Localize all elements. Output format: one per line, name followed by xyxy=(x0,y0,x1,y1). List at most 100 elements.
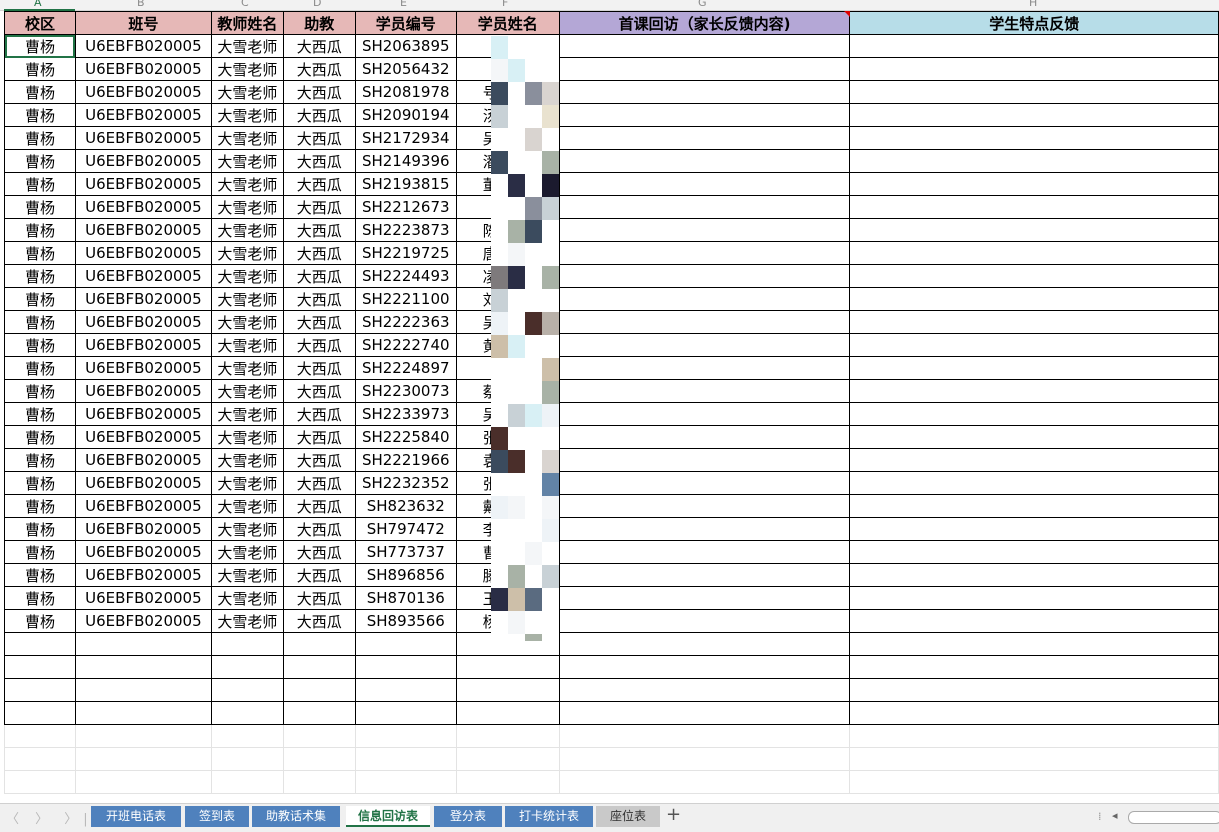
empty-cell[interactable] xyxy=(354,701,457,725)
cell-traits[interactable] xyxy=(849,80,1219,104)
empty-cell[interactable] xyxy=(282,701,356,725)
cell-teacher[interactable]: 大雪老师 xyxy=(210,103,284,127)
cell-followup[interactable] xyxy=(558,149,851,173)
scroll-left-icon[interactable]: ◂ xyxy=(1112,809,1118,822)
cell-campus[interactable]: 曹杨 xyxy=(4,264,76,288)
cell-assistant[interactable]: 大西瓜 xyxy=(282,379,356,403)
empty-cell[interactable] xyxy=(455,655,560,679)
header-teacher[interactable]: 教师姓名 xyxy=(210,11,284,35)
header-campus[interactable]: 校区 xyxy=(4,11,76,35)
cell-class-id[interactable]: U6EBFB020005 xyxy=(74,448,212,472)
cell-followup[interactable] xyxy=(558,471,851,495)
cell-teacher[interactable]: 大雪老师 xyxy=(210,425,284,449)
cell-student-id[interactable]: SH2232352 xyxy=(354,471,457,495)
header-class-id[interactable]: 班号 xyxy=(74,11,212,35)
sheet-tab[interactable]: 开班电话表 xyxy=(91,806,181,827)
cell-followup[interactable] xyxy=(558,310,851,334)
header-first-class-followup[interactable]: 首课回访（家长反馈内容) xyxy=(558,11,851,35)
cell-teacher[interactable]: 大雪老师 xyxy=(210,126,284,150)
blank-cell[interactable] xyxy=(558,770,851,794)
cell-class-id[interactable]: U6EBFB020005 xyxy=(74,149,212,173)
cell-campus[interactable]: 曹杨 xyxy=(4,34,76,58)
cell-traits[interactable] xyxy=(849,425,1219,449)
cell-student-id[interactable]: SH2193815 xyxy=(354,172,457,196)
blank-cell[interactable] xyxy=(210,770,284,794)
cell-campus[interactable]: 曹杨 xyxy=(4,310,76,334)
cell-class-id[interactable]: U6EBFB020005 xyxy=(74,195,212,219)
cell-assistant[interactable]: 大西瓜 xyxy=(282,34,356,58)
cell-teacher[interactable]: 大雪老师 xyxy=(210,379,284,403)
cell-student-id[interactable]: SH2224493 xyxy=(354,264,457,288)
cell-campus[interactable]: 曹杨 xyxy=(4,218,76,242)
cell-teacher[interactable]: 大雪老师 xyxy=(210,609,284,633)
cell-traits[interactable] xyxy=(849,172,1219,196)
cell-followup[interactable] xyxy=(558,57,851,81)
empty-cell[interactable] xyxy=(4,632,76,656)
cell-campus[interactable]: 曹杨 xyxy=(4,149,76,173)
scroll-thumb[interactable] xyxy=(1128,811,1219,824)
cell-student-id[interactable]: SH2230073 xyxy=(354,379,457,403)
column-letter-h[interactable]: H xyxy=(1029,0,1037,9)
empty-cell[interactable] xyxy=(849,678,1219,702)
cell-teacher[interactable]: 大雪老师 xyxy=(210,195,284,219)
column-letter-c[interactable]: C xyxy=(241,0,249,9)
header-student-name[interactable]: 学员姓名 xyxy=(455,11,560,35)
cell-teacher[interactable]: 大雪老师 xyxy=(210,287,284,311)
cell-followup[interactable] xyxy=(558,586,851,610)
cell-traits[interactable] xyxy=(849,517,1219,541)
cell-traits[interactable] xyxy=(849,195,1219,219)
empty-cell[interactable] xyxy=(74,678,212,702)
cell-teacher[interactable]: 大雪老师 xyxy=(210,264,284,288)
cell-teacher[interactable]: 大雪老师 xyxy=(210,471,284,495)
cell-student-id[interactable]: SH870136 xyxy=(354,586,457,610)
cell-assistant[interactable]: 大西瓜 xyxy=(282,425,356,449)
add-sheet-button[interactable]: + xyxy=(666,804,681,825)
cell-assistant[interactable]: 大西瓜 xyxy=(282,517,356,541)
cell-campus[interactable]: 曹杨 xyxy=(4,126,76,150)
blank-cell[interactable] xyxy=(282,724,356,748)
cell-teacher[interactable]: 大雪老师 xyxy=(210,172,284,196)
empty-cell[interactable] xyxy=(282,632,356,656)
cell-traits[interactable] xyxy=(849,310,1219,334)
sheet-tab[interactable]: 打卡统计表 xyxy=(505,806,593,827)
cell-campus[interactable]: 曹杨 xyxy=(4,241,76,265)
cell-assistant[interactable]: 大西瓜 xyxy=(282,172,356,196)
blank-cell[interactable] xyxy=(455,724,560,748)
cell-campus[interactable]: 曹杨 xyxy=(4,333,76,357)
cell-teacher[interactable]: 大雪老师 xyxy=(210,586,284,610)
cell-traits[interactable] xyxy=(849,333,1219,357)
cell-campus[interactable]: 曹杨 xyxy=(4,563,76,587)
cell-traits[interactable] xyxy=(849,241,1219,265)
cell-followup[interactable] xyxy=(558,494,851,518)
cell-assistant[interactable]: 大西瓜 xyxy=(282,195,356,219)
empty-cell[interactable] xyxy=(849,655,1219,679)
cell-class-id[interactable]: U6EBFB020005 xyxy=(74,80,212,104)
column-letter-d[interactable]: D xyxy=(313,0,321,9)
cell-campus[interactable]: 曹杨 xyxy=(4,609,76,633)
cell-followup[interactable] xyxy=(558,448,851,472)
cell-campus[interactable]: 曹杨 xyxy=(4,379,76,403)
empty-cell[interactable] xyxy=(282,655,356,679)
empty-cell[interactable] xyxy=(4,655,76,679)
cell-assistant[interactable]: 大西瓜 xyxy=(282,402,356,426)
cell-student-id[interactable]: SH2233973 xyxy=(354,402,457,426)
cell-traits[interactable] xyxy=(849,57,1219,81)
blank-cell[interactable] xyxy=(354,724,457,748)
cell-student-id[interactable]: SH2225840 xyxy=(354,425,457,449)
empty-cell[interactable] xyxy=(558,632,851,656)
empty-cell[interactable] xyxy=(210,632,284,656)
cell-class-id[interactable]: U6EBFB020005 xyxy=(74,379,212,403)
cell-student-id[interactable]: SH2212673 xyxy=(354,195,457,219)
cell-student-id[interactable]: SH797472 xyxy=(354,517,457,541)
cell-traits[interactable] xyxy=(849,379,1219,403)
cell-traits[interactable] xyxy=(849,609,1219,633)
header-student-id[interactable]: 学员编号 xyxy=(354,11,457,35)
cell-traits[interactable] xyxy=(849,264,1219,288)
cell-assistant[interactable]: 大西瓜 xyxy=(282,356,356,380)
cell-teacher[interactable]: 大雪老师 xyxy=(210,448,284,472)
cell-traits[interactable] xyxy=(849,34,1219,58)
cell-followup[interactable] xyxy=(558,379,851,403)
sheet-tab[interactable]: 信息回访表 xyxy=(346,806,430,827)
cell-student-id[interactable]: SH2056432 xyxy=(354,57,457,81)
cell-assistant[interactable]: 大西瓜 xyxy=(282,264,356,288)
